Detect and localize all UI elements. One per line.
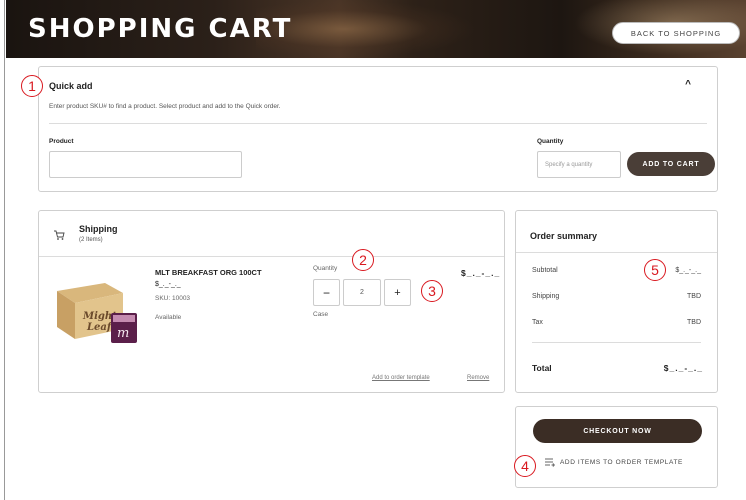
subtotal-value: $_._-_._ <box>675 267 701 274</box>
product-price: $_._-_._ <box>155 281 181 288</box>
line-total: $_._-_._ <box>461 268 501 278</box>
quantity-decrease-button[interactable]: − <box>313 279 340 306</box>
product-name: MLT BREAKFAST ORG 100CT <box>155 268 262 277</box>
shipping-cost-value: TBD <box>687 293 701 300</box>
svg-text:Leaf: Leaf <box>86 322 113 333</box>
quick-add-title: Quick add <box>49 81 93 91</box>
annotation-marker-4: 4 <box>514 455 536 477</box>
tax-label: Tax <box>532 319 543 326</box>
product-sku: SKU: 10003 <box>155 295 191 302</box>
remove-item-link[interactable]: Remove <box>467 375 489 381</box>
total-value: $_._-_._ <box>663 363 703 373</box>
product-input[interactable] <box>49 151 242 178</box>
divider <box>532 342 701 343</box>
annotation-marker-3: 3 <box>421 280 443 302</box>
total-label: Total <box>532 363 552 373</box>
annotation-marker-2: 2 <box>352 249 374 271</box>
product-image: Mighty Leaf m <box>57 283 137 343</box>
checkout-panel: CHECKOUT NOW ADD ITEMS TO ORDER TEMPLATE <box>515 406 718 488</box>
page-title: SHOPPING CART <box>28 14 293 44</box>
annotation-marker-5: 5 <box>644 259 666 281</box>
divider <box>39 256 504 257</box>
quantity-label: Quantity <box>537 138 564 145</box>
annotation-marker-1: 1 <box>21 75 43 97</box>
quantity-increase-button[interactable]: + <box>384 279 411 306</box>
quick-add-panel: Quick add ^ Enter product SKU# to find a… <box>38 66 718 192</box>
product-label: Product <box>49 138 74 145</box>
checkout-now-button[interactable]: CHECKOUT NOW <box>533 419 702 443</box>
add-to-cart-button[interactable]: ADD TO CART <box>627 152 715 176</box>
order-summary-panel: Order summary Subtotal $_._-_._ Shipping… <box>515 210 718 393</box>
quick-add-description: Enter product SKU# to find a product. Se… <box>49 103 281 110</box>
subtotal-label: Subtotal <box>532 267 558 274</box>
item-unit: Case <box>313 311 329 318</box>
order-summary-title: Order summary <box>530 231 598 241</box>
item-quantity-input[interactable]: 2 <box>343 279 381 306</box>
add-to-order-template-link[interactable]: Add to order template <box>372 375 430 381</box>
order-template-icon <box>545 458 555 467</box>
svg-text:m: m <box>117 326 129 341</box>
cart-icon <box>54 230 65 240</box>
chevron-up-icon[interactable]: ^ <box>685 79 691 90</box>
product-availability: Available <box>155 314 182 321</box>
divider <box>516 252 717 253</box>
add-items-to-order-template-link[interactable]: ADD ITEMS TO ORDER TEMPLATE <box>560 459 683 466</box>
header-banner: SHOPPING CART BACK TO SHOPPING <box>6 0 746 58</box>
shipping-title: Shipping <box>79 224 118 234</box>
item-quantity-label: Quantity <box>313 265 338 272</box>
shipping-cost-label: Shipping <box>532 293 560 300</box>
tax-value: TBD <box>687 319 701 326</box>
quantity-input[interactable]: Specify a quantity <box>537 151 621 178</box>
divider <box>49 123 707 124</box>
back-to-shopping-button[interactable]: BACK TO SHOPPING <box>612 22 740 44</box>
shipping-item-count: (2 Items) <box>79 237 103 243</box>
